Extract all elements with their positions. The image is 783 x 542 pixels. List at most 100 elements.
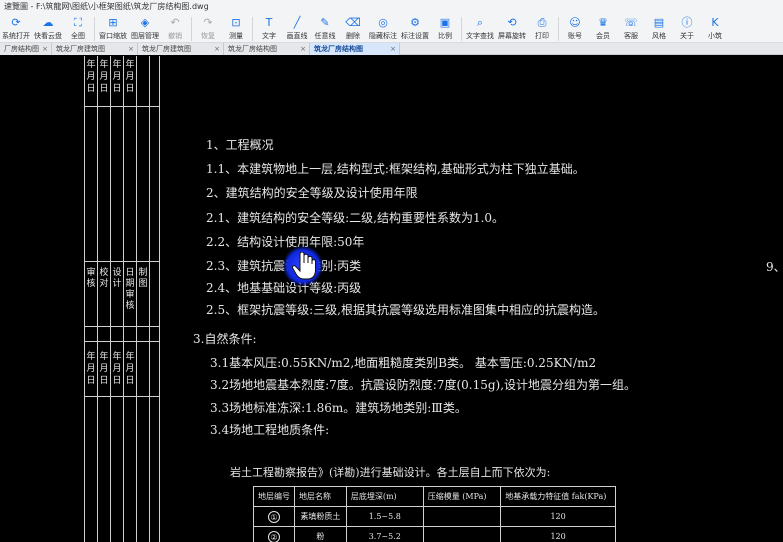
- toolbar-button-rotate-screen[interactable]: ⟲ 屏幕旋转: [496, 14, 528, 43]
- table-header-row: 地层编号 地层名称 层底埋深(m) 压缩模量 (MPa) 地基承载力特征值 fak(KP…: [253, 486, 616, 507]
- strip-divider: [136, 56, 137, 542]
- toolbar-button-label: 屏幕旋转: [498, 32, 526, 40]
- title-block-char: 月: [125, 364, 135, 374]
- toolbar-button-fit-view[interactable]: ⛶ 全图: [64, 14, 92, 43]
- open-icon: ⟳: [11, 16, 21, 29]
- toolbar-button-label: 图层管理: [131, 32, 159, 40]
- toolbar-button-measure[interactable]: ⊡ 测量: [222, 14, 250, 43]
- about-icon: ⓘ: [681, 16, 693, 29]
- layer-number-badge: ①: [268, 510, 280, 523]
- table-header-cell: 地层编号: [253, 486, 295, 507]
- toolbar-button-vip[interactable]: ♛ 会员: [589, 14, 617, 43]
- toolbar-button-label: 会员: [596, 32, 610, 40]
- title-block-label: 日期审核: [125, 268, 135, 311]
- document-tab[interactable]: 筑龙厂房建筑图 ×: [138, 43, 224, 55]
- strip-rule: [84, 326, 160, 327]
- toolbar-button-open[interactable]: ⟳ 系统打开: [0, 14, 32, 43]
- print-icon: ⎙: [537, 16, 547, 29]
- toolbar-button-label: 窗口缩放: [99, 32, 127, 40]
- toolbar-button-undo[interactable]: ↶ 撤销: [161, 14, 189, 43]
- title-block-char: 日: [86, 84, 96, 94]
- toolbar-button-annotation-settings[interactable]: ⚙ 标注设置: [399, 14, 431, 43]
- document-tab[interactable]: 筑龙厂房建筑图 ×: [52, 43, 138, 55]
- window-title-bar: 速覽圖 - F:\筑龍网\图纸\小框架图纸\筑龙厂房结构图.dwg: [0, 0, 783, 14]
- soil-layer-table: 地层编号 地层名称 层底埋深(m) 压缩模量 (MPa) 地基承载力特征值 fak(KP…: [253, 486, 616, 542]
- note-line: 1、工程概况: [206, 138, 274, 152]
- document-tab[interactable]: 厂房结构图 ×: [0, 43, 52, 55]
- toolbar-button-eraser[interactable]: ⌫ 删除: [339, 14, 367, 43]
- note-line: 1.1、本建筑物地上一层,结构型式:框架结构,基础形式为柱下独立基础。: [206, 162, 585, 176]
- toolbar-button-cloud[interactable]: ☁ 快看云盘: [32, 14, 64, 43]
- toolbar-separator: [191, 17, 192, 41]
- toolbar-button-text-search[interactable]: ⌕ 文字查找: [464, 14, 496, 43]
- strip-rule: [84, 261, 160, 262]
- hand-cursor-icon: [292, 252, 316, 280]
- title-block-label: 设计: [112, 268, 122, 289]
- vip-icon: ♛: [598, 16, 608, 29]
- toolbar-button-label: 比例: [438, 32, 452, 40]
- note-line: 3.3场地标准冻深:1.86m。建筑场地类别:Ⅲ类。: [210, 401, 467, 415]
- toolbar-button-text[interactable]: T 文字: [255, 14, 283, 43]
- toolbar-button-customer-service[interactable]: ☏ 客服: [617, 14, 645, 43]
- window-zoom-icon: ⊞: [108, 16, 118, 29]
- drawing-canvas[interactable]: 年月日年月日年月日年月日年月日年月日年月日年月日审核 校对 设计 日期审核 制图 1、工…: [0, 56, 783, 542]
- hide-annotation-icon: ◎: [378, 16, 388, 29]
- table-cell: [422, 526, 502, 542]
- tab-close-icon[interactable]: ×: [300, 43, 306, 55]
- toolbar-separator: [94, 17, 95, 41]
- toolbar-button-window-zoom[interactable]: ⊞ 窗口缩放: [97, 14, 129, 43]
- document-tab[interactable]: 筑龙厂房结构图 ×: [224, 43, 310, 55]
- text-icon: T: [265, 16, 273, 29]
- title-block-char: 日: [99, 84, 109, 94]
- toolbar-button-redo[interactable]: ↷ 恢复: [194, 14, 222, 43]
- toolbar-button-about[interactable]: ⓘ 关于: [673, 14, 701, 43]
- tab-close-icon[interactable]: ×: [128, 43, 134, 55]
- toolbar-button-label: 账号: [568, 32, 582, 40]
- document-tab-label: 厂房结构图: [4, 45, 39, 53]
- toolbar-button-label: 文字查找: [466, 32, 494, 40]
- toolbar-button-print[interactable]: ⎙ 打印: [528, 14, 556, 43]
- document-tab-label: 筑龙厂房结构图: [314, 45, 363, 53]
- rotate-screen-icon: ⟲: [507, 16, 517, 29]
- toolbar-button-layers[interactable]: ◈ 图层管理: [129, 14, 161, 43]
- title-block-char: 年: [112, 352, 122, 362]
- tab-close-icon[interactable]: ×: [214, 43, 220, 55]
- table-cell: [422, 506, 502, 527]
- toolbar-button-freehand[interactable]: ✎ 任意线: [311, 14, 339, 43]
- freehand-icon: ✎: [320, 16, 330, 29]
- title-block-char: 年: [99, 352, 109, 362]
- document-tab[interactable]: 筑龙厂房结构图 ×: [310, 43, 400, 55]
- toolbar-button-scale[interactable]: ▣ 比例: [431, 14, 459, 43]
- toolbar-button-account[interactable]: ☺ 账号: [561, 14, 589, 43]
- tab-close-icon[interactable]: ×: [42, 43, 48, 55]
- toolbar-button-label: 标注设置: [401, 32, 429, 40]
- tab-close-icon[interactable]: ×: [390, 43, 396, 55]
- strip-rule: [84, 106, 160, 107]
- table-cell: 3.7~5.2: [345, 526, 424, 542]
- title-block-label: 制图: [138, 268, 148, 289]
- note-line: 2.4、地基基础设计等级:丙级: [206, 281, 362, 295]
- note-line: 2.1、建筑结构的安全等级:二级,结构重要性系数为1.0。: [206, 211, 505, 225]
- table-header-cell: 地层名称: [294, 486, 347, 507]
- toolbar-button-hide-annotation[interactable]: ◎ 隐藏标注: [367, 14, 399, 43]
- assistant-icon: K: [711, 16, 719, 29]
- toolbar-separator: [558, 17, 559, 41]
- strip-divider: [123, 56, 124, 542]
- title-block-char: 年: [112, 60, 122, 70]
- toolbar-button-line[interactable]: ╱ 画直线: [283, 14, 311, 43]
- customer-service-icon: ☏: [624, 16, 638, 29]
- title-block-char: 月: [86, 364, 96, 374]
- title-block-char: 日: [112, 376, 122, 386]
- toolbar-button-style[interactable]: ▤ 风格: [645, 14, 673, 43]
- toolbar-button-label: 关于: [680, 32, 694, 40]
- eraser-icon: ⌫: [345, 16, 361, 29]
- title-block-char: 年: [125, 60, 135, 70]
- toolbar-button-label: 小筑: [708, 32, 722, 40]
- note-line: 3.1基本风压:0.55KN/m2,地面粗糙度类别B类。 基本雪压:0.25KN…: [210, 356, 597, 370]
- strip-divider: [110, 56, 111, 542]
- table-row: ① 素填粉质土 1.5~5.8 120: [253, 506, 616, 527]
- toolbar-button-assistant[interactable]: K 小筑: [701, 14, 729, 43]
- table-header-cell: 地基承载力特征值 fak(KPa): [500, 486, 616, 507]
- toolbar-button-label: 恢复: [201, 32, 215, 40]
- undo-icon: ↶: [170, 16, 180, 29]
